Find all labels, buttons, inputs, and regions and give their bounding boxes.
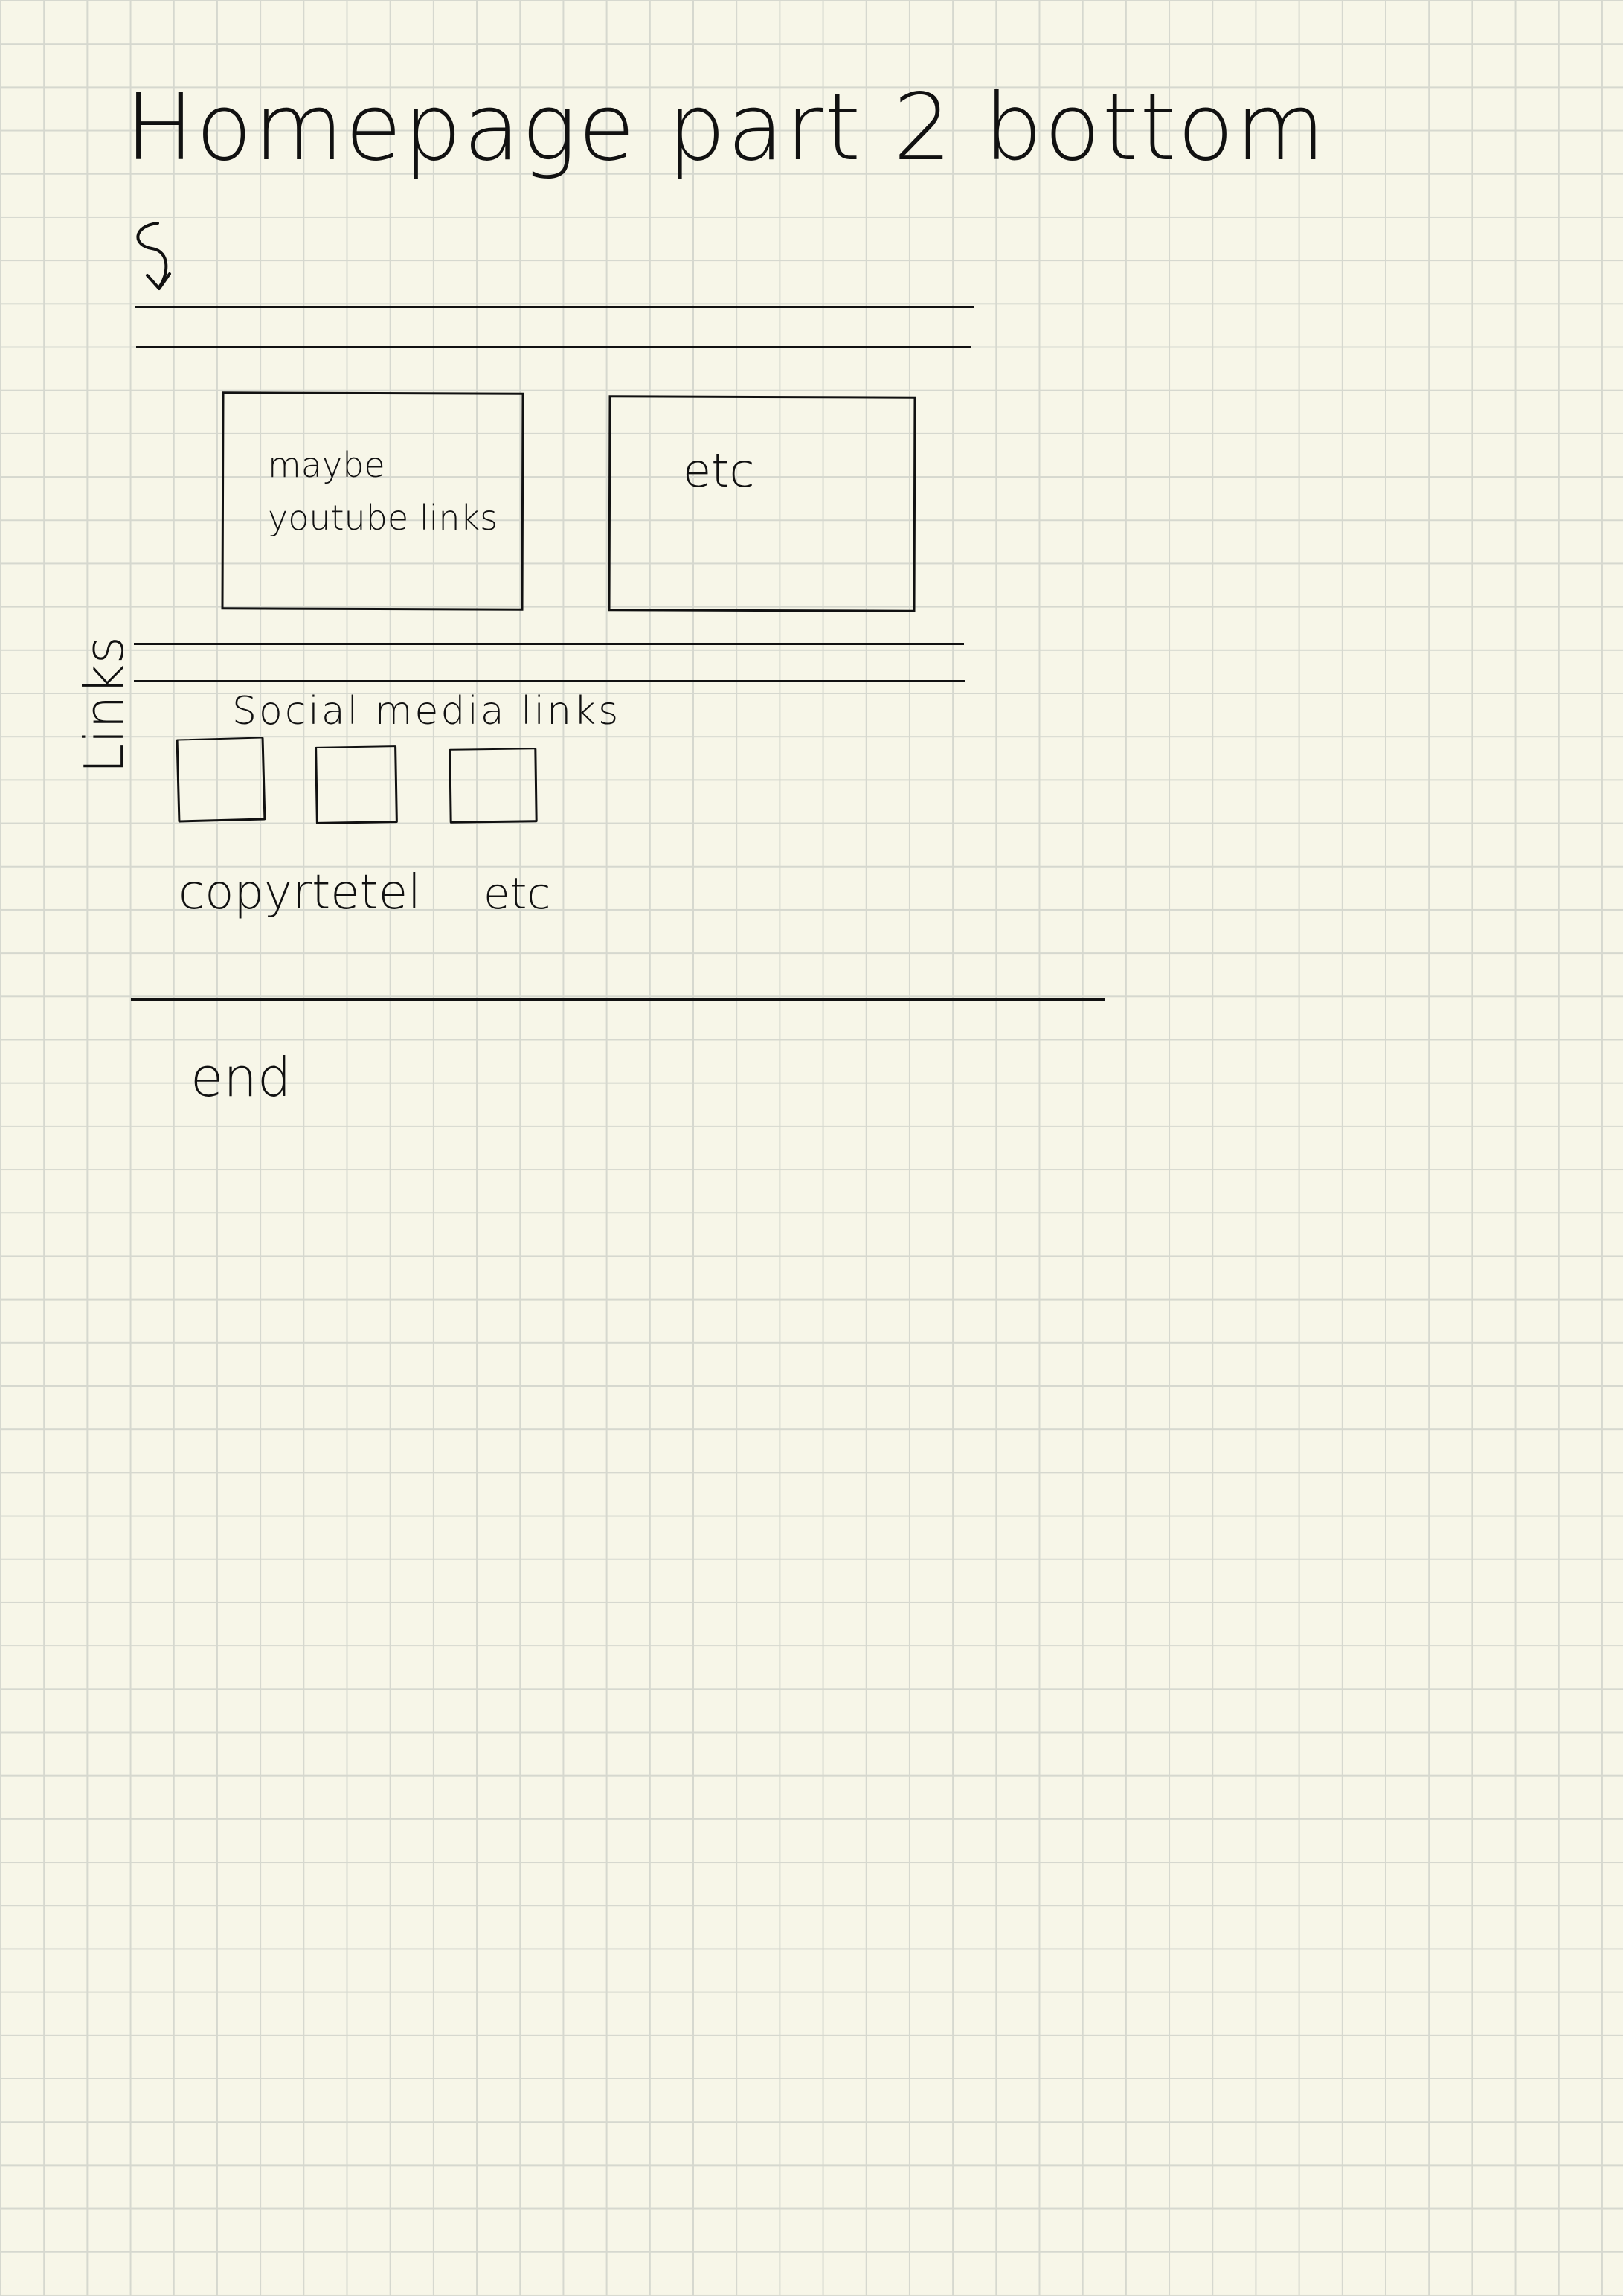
social-icon-placeholder-3	[449, 748, 538, 824]
social-icon-placeholder-1	[176, 737, 266, 823]
links-side-label: Links	[73, 636, 135, 774]
section-divider-top-1	[135, 306, 974, 308]
footer-divider	[131, 998, 1105, 1001]
etc-box	[608, 395, 916, 612]
section-divider-mid-1	[134, 643, 964, 645]
social-icon-placeholder-2	[315, 745, 398, 824]
copyright-etc-label: etc	[483, 868, 551, 919]
curved-arrow-down-icon	[136, 222, 171, 290]
youtube-links-label: maybe youtube links	[268, 445, 498, 539]
section-divider-top-2	[136, 346, 971, 348]
social-media-label: Social media links	[232, 689, 621, 734]
end-label: end	[190, 1046, 292, 1109]
page-title: Homepage part 2 bottom	[125, 74, 1327, 182]
section-divider-mid-2	[134, 680, 965, 682]
copyright-label: copyrtetel	[179, 865, 421, 920]
etc-box-label: etc	[683, 443, 755, 498]
